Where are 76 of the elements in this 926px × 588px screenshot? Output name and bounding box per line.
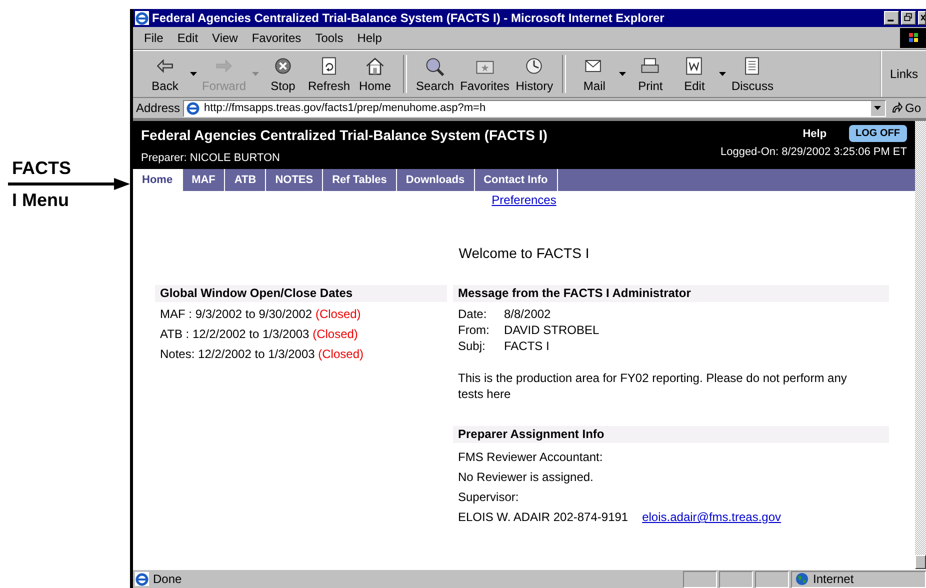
toolbar-button[interactable]: Back: [143, 51, 187, 97]
browser-icon: [135, 11, 149, 25]
logged-on-time: Logged-On: 8/29/2002 3:25:06 PM ET: [720, 146, 907, 158]
supervisor-contact: ELOIS W. ADAIR 202-874-9191: [458, 509, 628, 526]
email-link[interactable]: elois.adair@fms.treas.gov: [642, 507, 781, 527]
window-dates: ATB : 12/2/2002 to 1/3/2003 (Closed): [159, 326, 359, 343]
menu-item[interactable]: File: [138, 31, 170, 45]
welcome-heading: Welcome to FACTS I: [458, 245, 590, 261]
links-button[interactable]: Links: [880, 51, 926, 97]
menu-item[interactable]: View: [206, 31, 244, 45]
toolbar-button[interactable]: History: [512, 51, 556, 97]
browser-icon: [135, 572, 149, 586]
field-value: FACTS I: [504, 338, 550, 354]
window-dates: MAF : 9/3/2002 to 9/30/2002 (Closed): [159, 306, 362, 323]
toolbar-button[interactable]: Discuss: [728, 51, 776, 97]
nav-tab[interactable]: Downloads: [396, 169, 475, 191]
menu-item[interactable]: Edit: [171, 31, 204, 45]
status-pane: [719, 570, 753, 588]
assignment-text: FMS Reviewer Accountant:: [457, 449, 604, 466]
nav-tab[interactable]: Home: [133, 169, 183, 191]
system-title: Federal Agencies Centralized Trial-Balance System (FACTS I): [141, 126, 548, 145]
status-pane: [755, 570, 789, 588]
caret-icon[interactable]: [718, 72, 726, 76]
nav-tab[interactable]: ATB: [225, 169, 266, 191]
go-button[interactable]: Go: [888, 101, 923, 115]
minimize-icon[interactable]: [884, 11, 899, 25]
toolbar-button[interactable]: Edit: [672, 51, 716, 97]
status-text: Done: [153, 572, 182, 586]
help-link[interactable]: Help: [802, 128, 827, 140]
toolbar-button[interactable]: Favorites: [457, 51, 512, 97]
menu-item[interactable]: Help: [351, 31, 388, 45]
address-label: Address: [136, 101, 180, 115]
section-heading: Global Window Open/Close Dates: [155, 285, 447, 302]
toolbar-button[interactable]: Home: [353, 51, 398, 97]
toolbar-button[interactable]: Refresh: [305, 51, 354, 97]
scroll-bar[interactable]: [915, 121, 926, 569]
window-dates: Notes: 12/2/2002 to 1/3/2003 (Closed): [159, 346, 364, 363]
nav-tab[interactable]: MAF: [182, 169, 226, 191]
menu-item[interactable]: Tools: [309, 31, 350, 45]
nav-tab[interactable]: Contact Info: [474, 169, 558, 191]
callout-label: FACTS: [12, 158, 72, 178]
field-label: From:: [458, 322, 490, 338]
field-label: Date:: [458, 306, 488, 322]
dropdown-icon[interactable]: [874, 106, 882, 110]
caret-icon[interactable]: [190, 72, 196, 76]
restore-icon[interactable]: [901, 11, 916, 25]
zone-label: Internet: [813, 572, 854, 586]
toolbar-button[interactable]: Print: [628, 51, 672, 97]
go-arrow-icon: [890, 102, 903, 114]
callout-label: I Menu: [12, 190, 69, 210]
preferences-link[interactable]: Preferences: [492, 193, 556, 207]
section-heading: Message from the FACTS I Administrator: [453, 285, 889, 302]
address-field[interactable]: http://fmsapps.treas.gov/facts1/prep/menuhome.asp?m=h: [183, 100, 886, 116]
toolbar-button[interactable]: Search: [413, 51, 458, 97]
nav-tab[interactable]: Ref Tables: [323, 169, 397, 191]
assignment-text: Supervisor:: [457, 489, 520, 506]
assignment-text: No Reviewer is assigned.: [457, 469, 594, 486]
close-icon[interactable]: [918, 11, 926, 25]
preparer-name: Preparer: NICOLE BURTON: [141, 152, 281, 164]
message-body: This is the production area for FY02 reporting. Please do not perform any tests here: [457, 370, 848, 402]
field-value: 8/8/2002: [504, 306, 552, 322]
log-off-button[interactable]: LOG OFF: [848, 125, 907, 142]
window-title: Federal Agencies Centralized Trial-Balance System (FACTS I) - Microsoft Internet Explorer: [152, 11, 666, 25]
toolbar-button[interactable]: Stop: [261, 51, 306, 97]
field-label: Subj:: [458, 338, 486, 354]
section-heading: Preparer Assignment Info: [453, 426, 889, 443]
home-icon: [364, 55, 386, 77]
menu-item[interactable]: Favorites: [246, 31, 308, 45]
toolbar-button[interactable]: Mail: [572, 51, 616, 97]
status-pane: [683, 570, 717, 588]
nav-tab[interactable]: NOTES: [266, 169, 324, 191]
globe-icon: [795, 572, 809, 586]
caret-icon[interactable]: [618, 72, 626, 76]
browser-icon: [186, 101, 200, 115]
field-value: DAVID STROBEL: [504, 322, 600, 338]
search-icon: [424, 55, 446, 77]
